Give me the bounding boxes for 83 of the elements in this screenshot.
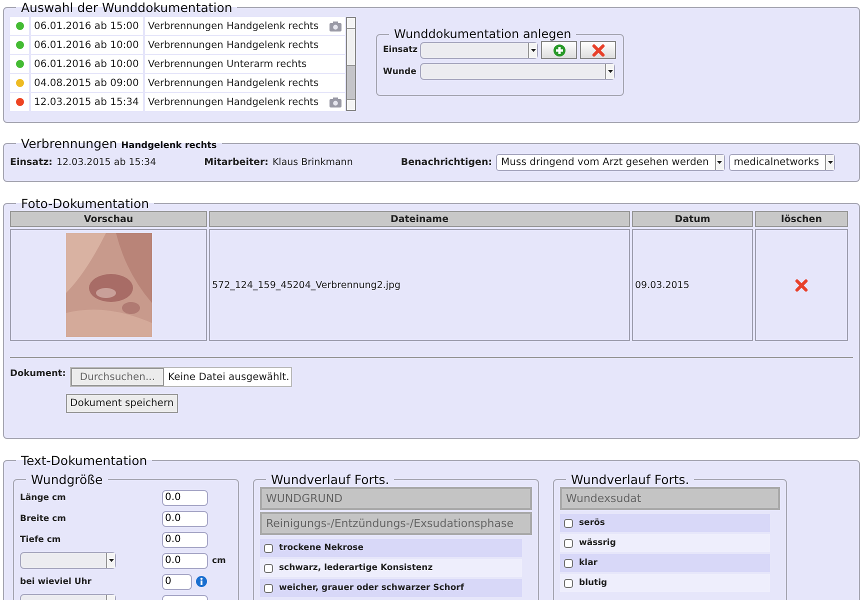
field-label: bei wieviel Uhr	[20, 576, 92, 586]
entry-description: Verbrennungen Handgelenk rechts	[148, 78, 319, 88]
delete-icon	[795, 278, 808, 292]
field-label: Einsatz	[383, 45, 417, 55]
select-field[interactable]	[420, 63, 615, 80]
input-field[interactable]: 0.0	[162, 532, 208, 548]
section-title: Wundverlauf Forts.	[270, 472, 390, 487]
photo-date: 09.03.2015	[635, 280, 690, 290]
select-field[interactable]	[20, 552, 116, 569]
column-header: löschen	[755, 211, 848, 227]
save-button[interactable]: Dokument speichern	[66, 394, 178, 413]
info-icon[interactable]	[196, 576, 207, 587]
dropdown-caret-icon	[106, 553, 115, 568]
checkbox[interactable]	[264, 544, 273, 552]
entry-description: Verbrennungen Handgelenk rechts	[148, 20, 319, 32]
delete-button[interactable]	[795, 278, 808, 292]
add-button[interactable]	[541, 41, 577, 59]
checkbox-option[interactable]: klar	[560, 554, 770, 572]
browse-button[interactable]: Durchsuchen...	[70, 368, 164, 386]
entry-date: 06.01.2016 ab 10:00	[34, 40, 139, 50]
dropdown-caret-icon	[605, 64, 614, 79]
category-header: Wundexsudat	[560, 487, 780, 510]
input-field[interactable]: 0	[162, 574, 192, 590]
column-header: Vorschau	[10, 211, 207, 227]
section-title: Wundverlauf Forts.	[570, 472, 690, 487]
field-label: Wunde	[383, 66, 417, 76]
field-label: Breite cm	[20, 514, 68, 524]
checkbox-option[interactable]: weicher, grauer oder schwarzer Schorf	[260, 579, 522, 597]
input-field[interactable]: 0.0	[162, 490, 208, 506]
category-header: Reinigungs-/Entzündungs-/Exsudationsphase	[260, 512, 532, 535]
entry-date: 06.01.2016 ab 10:00	[34, 58, 139, 70]
entry-description: Verbrennungen Unterarm rechts	[148, 58, 307, 70]
category-header: WUNDGRUND	[260, 487, 532, 510]
field-label: Tiefe cm	[20, 534, 62, 544]
section-title: Wunddokumentation anlegen	[393, 27, 572, 41]
section-title: Wundgröße	[30, 472, 104, 487]
checkbox[interactable]	[264, 564, 273, 572]
entry-date: 04.08.2015 ab 09:00	[34, 78, 139, 88]
dropdown-caret-icon	[528, 42, 537, 58]
field-label: Länge cm	[20, 492, 67, 502]
field-label: Mitarbeiter:	[204, 157, 268, 168]
select-field[interactable]	[420, 42, 538, 58]
checkbox[interactable]	[564, 518, 573, 528]
field-label: Einsatz:	[10, 157, 52, 168]
section-title: Text-Dokumentation	[20, 453, 148, 468]
file-name: 572_124_159_45204_Verbrennung2.jpg	[212, 280, 401, 290]
field-label: Benachrichtigen:	[400, 157, 492, 168]
dropdown-caret-icon	[714, 155, 724, 170]
dropdown-caret-icon	[825, 155, 834, 170]
delete-button[interactable]	[580, 41, 616, 59]
section-title: Verbrennungen	[21, 136, 118, 151]
file-status: Keine Datei ausgewählt.	[168, 372, 290, 382]
column-header: Dateiname	[209, 211, 630, 227]
checkbox-option[interactable]: wässrig	[560, 534, 770, 552]
checkbox-option[interactable]: serös	[560, 514, 770, 532]
entry-date: 12.03.2015 ab 15:34	[34, 96, 139, 108]
input-field[interactable]: 0.0	[162, 510, 208, 526]
checkbox[interactable]	[564, 538, 573, 548]
add-icon	[552, 44, 566, 56]
entry-date: 06.01.2016 ab 15:00	[34, 20, 139, 32]
section-title: Auswahl der Wunddokumentation	[20, 0, 234, 15]
section-subtitle: Handgelenk rechts	[121, 141, 217, 151]
checkbox-option[interactable]: trockene Nekrose	[260, 539, 522, 557]
unit-label: cm	[212, 556, 226, 566]
select-field[interactable]: Muss dringend vom Arzt gesehen werden	[496, 154, 725, 171]
select-field[interactable]: medicalnetworks	[728, 154, 836, 171]
checkbox[interactable]	[564, 558, 573, 568]
checkbox-option[interactable]: blutig	[560, 574, 770, 592]
checkbox[interactable]	[264, 584, 273, 592]
file-input[interactable]: Durchsuchen... Keine Datei ausgewählt.	[70, 367, 292, 387]
entry-description: Verbrennungen Handgelenk rechts	[148, 40, 319, 50]
delete-icon	[592, 44, 604, 56]
column-header: Datum	[632, 211, 753, 227]
camera-icon	[329, 96, 342, 108]
field-value: Klaus Brinkmann	[272, 157, 353, 168]
section-title: Foto-Dokumentation	[20, 196, 150, 211]
input-field[interactable]: 0.0	[162, 552, 208, 568]
entry-description: Verbrennungen Handgelenk rechts	[148, 96, 319, 108]
checkbox[interactable]	[564, 578, 573, 588]
camera-icon	[329, 20, 342, 32]
field-value: 12.03.2015 ab 15:34	[56, 157, 156, 168]
scrollbar[interactable]	[346, 17, 356, 111]
field-label: Dokument:	[10, 369, 66, 379]
